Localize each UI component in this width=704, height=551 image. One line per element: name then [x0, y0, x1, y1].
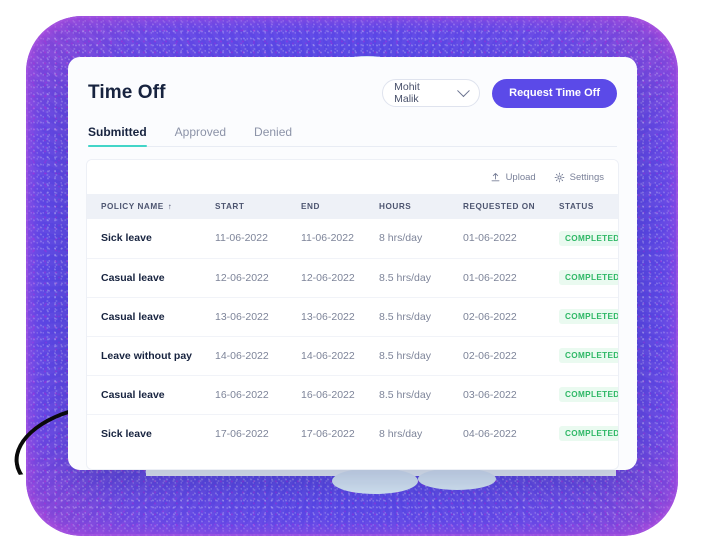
request-time-off-button[interactable]: Request Time Off — [492, 78, 617, 108]
card-header: Time Off Mohit Malik Request Time Off Su… — [68, 57, 637, 147]
table-container: Upload Settings POLICY NAME ↑ START END … — [86, 159, 619, 470]
cell-end: 13-06-2022 — [301, 297, 379, 337]
cell-policy-name: Leave without pay — [87, 336, 215, 376]
page-title: Time Off — [88, 82, 166, 103]
cloud-shape-bottom-1 — [332, 468, 418, 494]
cell-requested-on: 03-06-2022 — [463, 375, 559, 415]
cell-end: 17-06-2022 — [301, 427, 355, 440]
screenshot-stage: Time Off Mohit Malik Request Time Off Su… — [0, 0, 704, 551]
user-select[interactable]: Mohit Malik — [382, 79, 481, 107]
table-row[interactable]: Casual leave 12-06-2022 12-06-2022 8.5 hrs/… — [87, 258, 618, 298]
table-toolbar: Upload Settings — [87, 160, 618, 194]
column-header-policy-name[interactable]: POLICY NAME ↑ — [87, 194, 215, 219]
cell-end: 14-06-2022 — [301, 336, 379, 376]
status-badge: COMPLETED — [559, 309, 618, 324]
cell-hours: 8 hrs/day — [379, 427, 423, 440]
cell-hours: 8.5 hrs/day — [379, 297, 463, 337]
table-row[interactable]: Casual leave 16-06-2022 16-06-2022 8.5 hrs/… — [87, 375, 618, 415]
cell-requested-on: 04-06-2022 — [463, 427, 517, 440]
table-head: POLICY NAME ↑ START END HOURS REQUESTED O… — [87, 194, 618, 219]
cell-status: COMPLETED — [559, 336, 618, 376]
cell-requested-on: 01-06-2022 — [463, 219, 559, 259]
sort-ascending-icon: ↑ — [167, 202, 173, 211]
column-header-status[interactable]: STATUS — [559, 194, 618, 219]
status-badge: COMPLETED — [559, 270, 618, 285]
column-label-policy-name: POLICY NAME — [101, 202, 164, 211]
tab-submitted[interactable]: Submitted — [88, 125, 147, 147]
cell-start: 17-06-2022 — [215, 427, 269, 440]
cell-start: 16-06-2022 — [215, 375, 301, 415]
settings-button[interactable]: Settings — [554, 172, 604, 183]
table-row[interactable]: Sick leave 11-06-2022 11-06-2022 8 hrs/day 0… — [87, 219, 618, 259]
table-header-row: POLICY NAME ↑ START END HOURS REQUESTED O… — [87, 194, 618, 219]
cell-start: 11-06-2022 — [215, 219, 301, 259]
cell-status: COMPLETED — [559, 414, 618, 453]
cell-start: 12-06-2022 — [215, 258, 301, 298]
status-badge: COMPLETED — [559, 230, 618, 246]
cell-policy-name: Sick leave — [101, 427, 152, 440]
header-row: Time Off Mohit Malik Request Time Off — [88, 75, 617, 111]
cell-hours: 8.5 hrs/day — [379, 258, 463, 298]
cell-policy-name: Casual leave — [87, 297, 215, 337]
table-row[interactable]: Leave without pay 14-06-2022 14-06-2022 8.5… — [87, 336, 618, 376]
gear-icon — [554, 172, 565, 183]
status-badge: COMPLETED — [559, 387, 618, 402]
cell-requested-on: 02-06-2022 — [463, 336, 559, 376]
cloud-shape-bottom-2 — [418, 468, 496, 490]
cell-end: 11-06-2022 — [301, 219, 379, 259]
status-badge: COMPLETED — [559, 348, 618, 363]
cell-policy-name: Sick leave — [87, 219, 215, 259]
time-off-card: Time Off Mohit Malik Request Time Off Su… — [68, 57, 637, 470]
cell-start: 14-06-2022 — [215, 336, 301, 376]
column-header-requested-on[interactable]: REQUESTED ON — [463, 194, 559, 219]
cell-status: COMPLETED — [559, 219, 618, 259]
upload-button[interactable]: Upload — [490, 172, 536, 183]
cell-hours: 8.5 hrs/day — [379, 336, 463, 376]
tab-bar: Submitted Approved Denied — [88, 125, 617, 147]
upload-label: Upload — [505, 171, 536, 183]
status-badge: COMPLETED — [559, 426, 618, 442]
cell-status: COMPLETED — [559, 258, 618, 298]
cell-hours: 8 hrs/day — [379, 219, 463, 259]
chevron-down-icon — [457, 83, 471, 97]
tab-approved[interactable]: Approved — [175, 125, 226, 146]
cell-requested-on: 02-06-2022 — [463, 297, 559, 337]
table-row[interactable]: Casual leave 13-06-2022 13-06-2022 8.5 hrs/… — [87, 297, 618, 337]
cell-end: 12-06-2022 — [301, 258, 379, 298]
table-body: Sick leave 11-06-2022 11-06-2022 8 hrs/day 0… — [87, 219, 618, 453]
tab-denied[interactable]: Denied — [254, 125, 292, 146]
header-actions: Mohit Malik Request Time Off — [382, 78, 617, 108]
cell-status: COMPLETED — [559, 375, 618, 415]
cell-policy-name: Casual leave — [87, 258, 215, 298]
cell-status: COMPLETED — [559, 297, 618, 337]
time-off-table: POLICY NAME ↑ START END HOURS REQUESTED O… — [87, 194, 618, 453]
cell-hours: 8.5 hrs/day — [379, 375, 463, 415]
cell-end: 16-06-2022 — [301, 375, 379, 415]
user-select-value: Mohit Malik — [394, 81, 420, 105]
cell-policy-name: Casual leave — [87, 375, 215, 415]
cell-requested-on: 01-06-2022 — [463, 258, 559, 298]
column-header-hours[interactable]: HOURS — [379, 194, 463, 219]
column-header-start[interactable]: START — [215, 194, 301, 219]
column-header-end[interactable]: END — [301, 194, 379, 219]
table-row[interactable]: Sick leave 17-06-2022 17-06-2022 8 hrs/day 0… — [87, 414, 618, 453]
settings-label: Settings — [569, 171, 604, 183]
cell-start: 13-06-2022 — [215, 297, 301, 337]
upload-icon — [490, 172, 501, 183]
